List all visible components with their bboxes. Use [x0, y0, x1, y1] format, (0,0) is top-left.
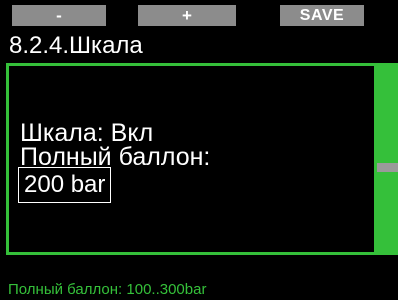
softkey-bar: - + SAVE	[0, 0, 398, 30]
settings-panel: Шкала: Вкл Полный баллон: 200 bar	[6, 63, 374, 255]
full-tank-value-field[interactable]: 200 bar	[18, 167, 112, 203]
range-hint: Полный баллон: 100..300bar	[8, 281, 207, 298]
decrease-button[interactable]: -	[12, 5, 106, 26]
page-title: 8.2.4.Шкала	[9, 32, 143, 59]
scroll-thumb[interactable]	[377, 163, 398, 172]
scrollbar[interactable]	[374, 63, 398, 255]
save-button[interactable]: SAVE	[280, 5, 364, 26]
increase-button[interactable]: +	[138, 5, 236, 26]
